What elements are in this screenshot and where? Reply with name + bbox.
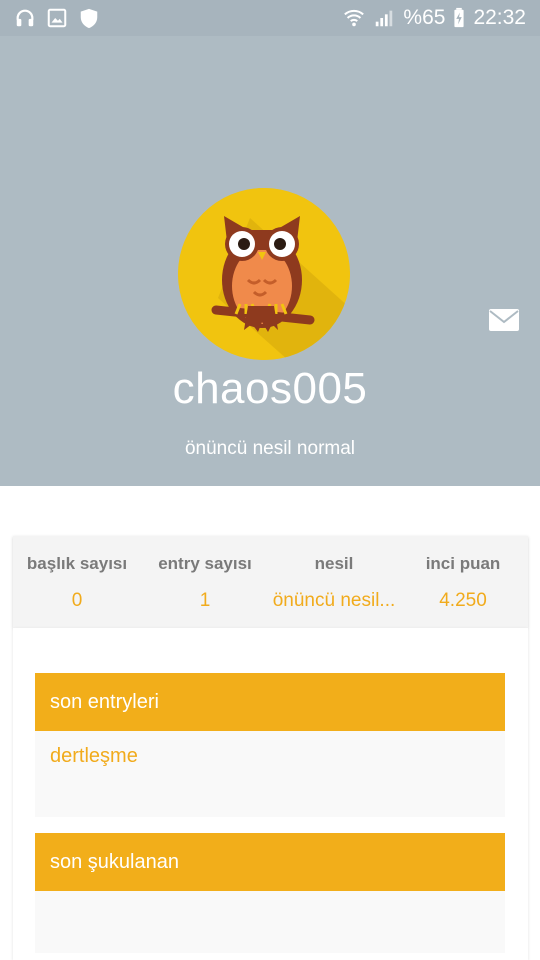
stat-label: inci puan: [425, 554, 501, 573]
signal-icon: [373, 7, 395, 29]
mail-icon[interactable]: [488, 308, 520, 332]
shield-icon: [78, 7, 100, 29]
stat-value: 0: [71, 590, 83, 611]
stat-label: entry sayısı: [158, 554, 252, 573]
stat-value: 1: [199, 590, 211, 611]
stat-label: başlık sayısı: [26, 554, 128, 573]
recent-entries-list: dertleşme: [35, 731, 505, 817]
recent-entries-header[interactable]: son entryleri: [35, 673, 505, 731]
image-icon: [46, 7, 68, 29]
clock: 22:32: [473, 6, 526, 29]
battery-percent: %65: [403, 6, 446, 29]
headphones-icon: [14, 7, 36, 29]
profile-header: chaos005 önüncü nesil normal: [0, 36, 540, 486]
wifi-icon: [343, 7, 365, 29]
recent-likes-header[interactable]: son şukulanan: [35, 833, 505, 891]
username: chaos005: [172, 364, 368, 413]
stat-label: nesil: [314, 554, 354, 573]
stats-bar: başlık sayısı 0 entry sayısı 1 nesil önü…: [13, 536, 528, 628]
owl-avatar[interactable]: [178, 188, 350, 360]
entry-link[interactable]: dertleşme: [50, 745, 138, 768]
battery-icon: [453, 7, 465, 29]
status-bar: %65 22:32: [0, 0, 540, 36]
stat-value: 4.250: [439, 590, 487, 611]
stat-value: önüncü nesil...: [272, 590, 396, 611]
recent-likes-list: [35, 891, 505, 953]
generation-label: önüncü nesil normal: [184, 438, 356, 459]
